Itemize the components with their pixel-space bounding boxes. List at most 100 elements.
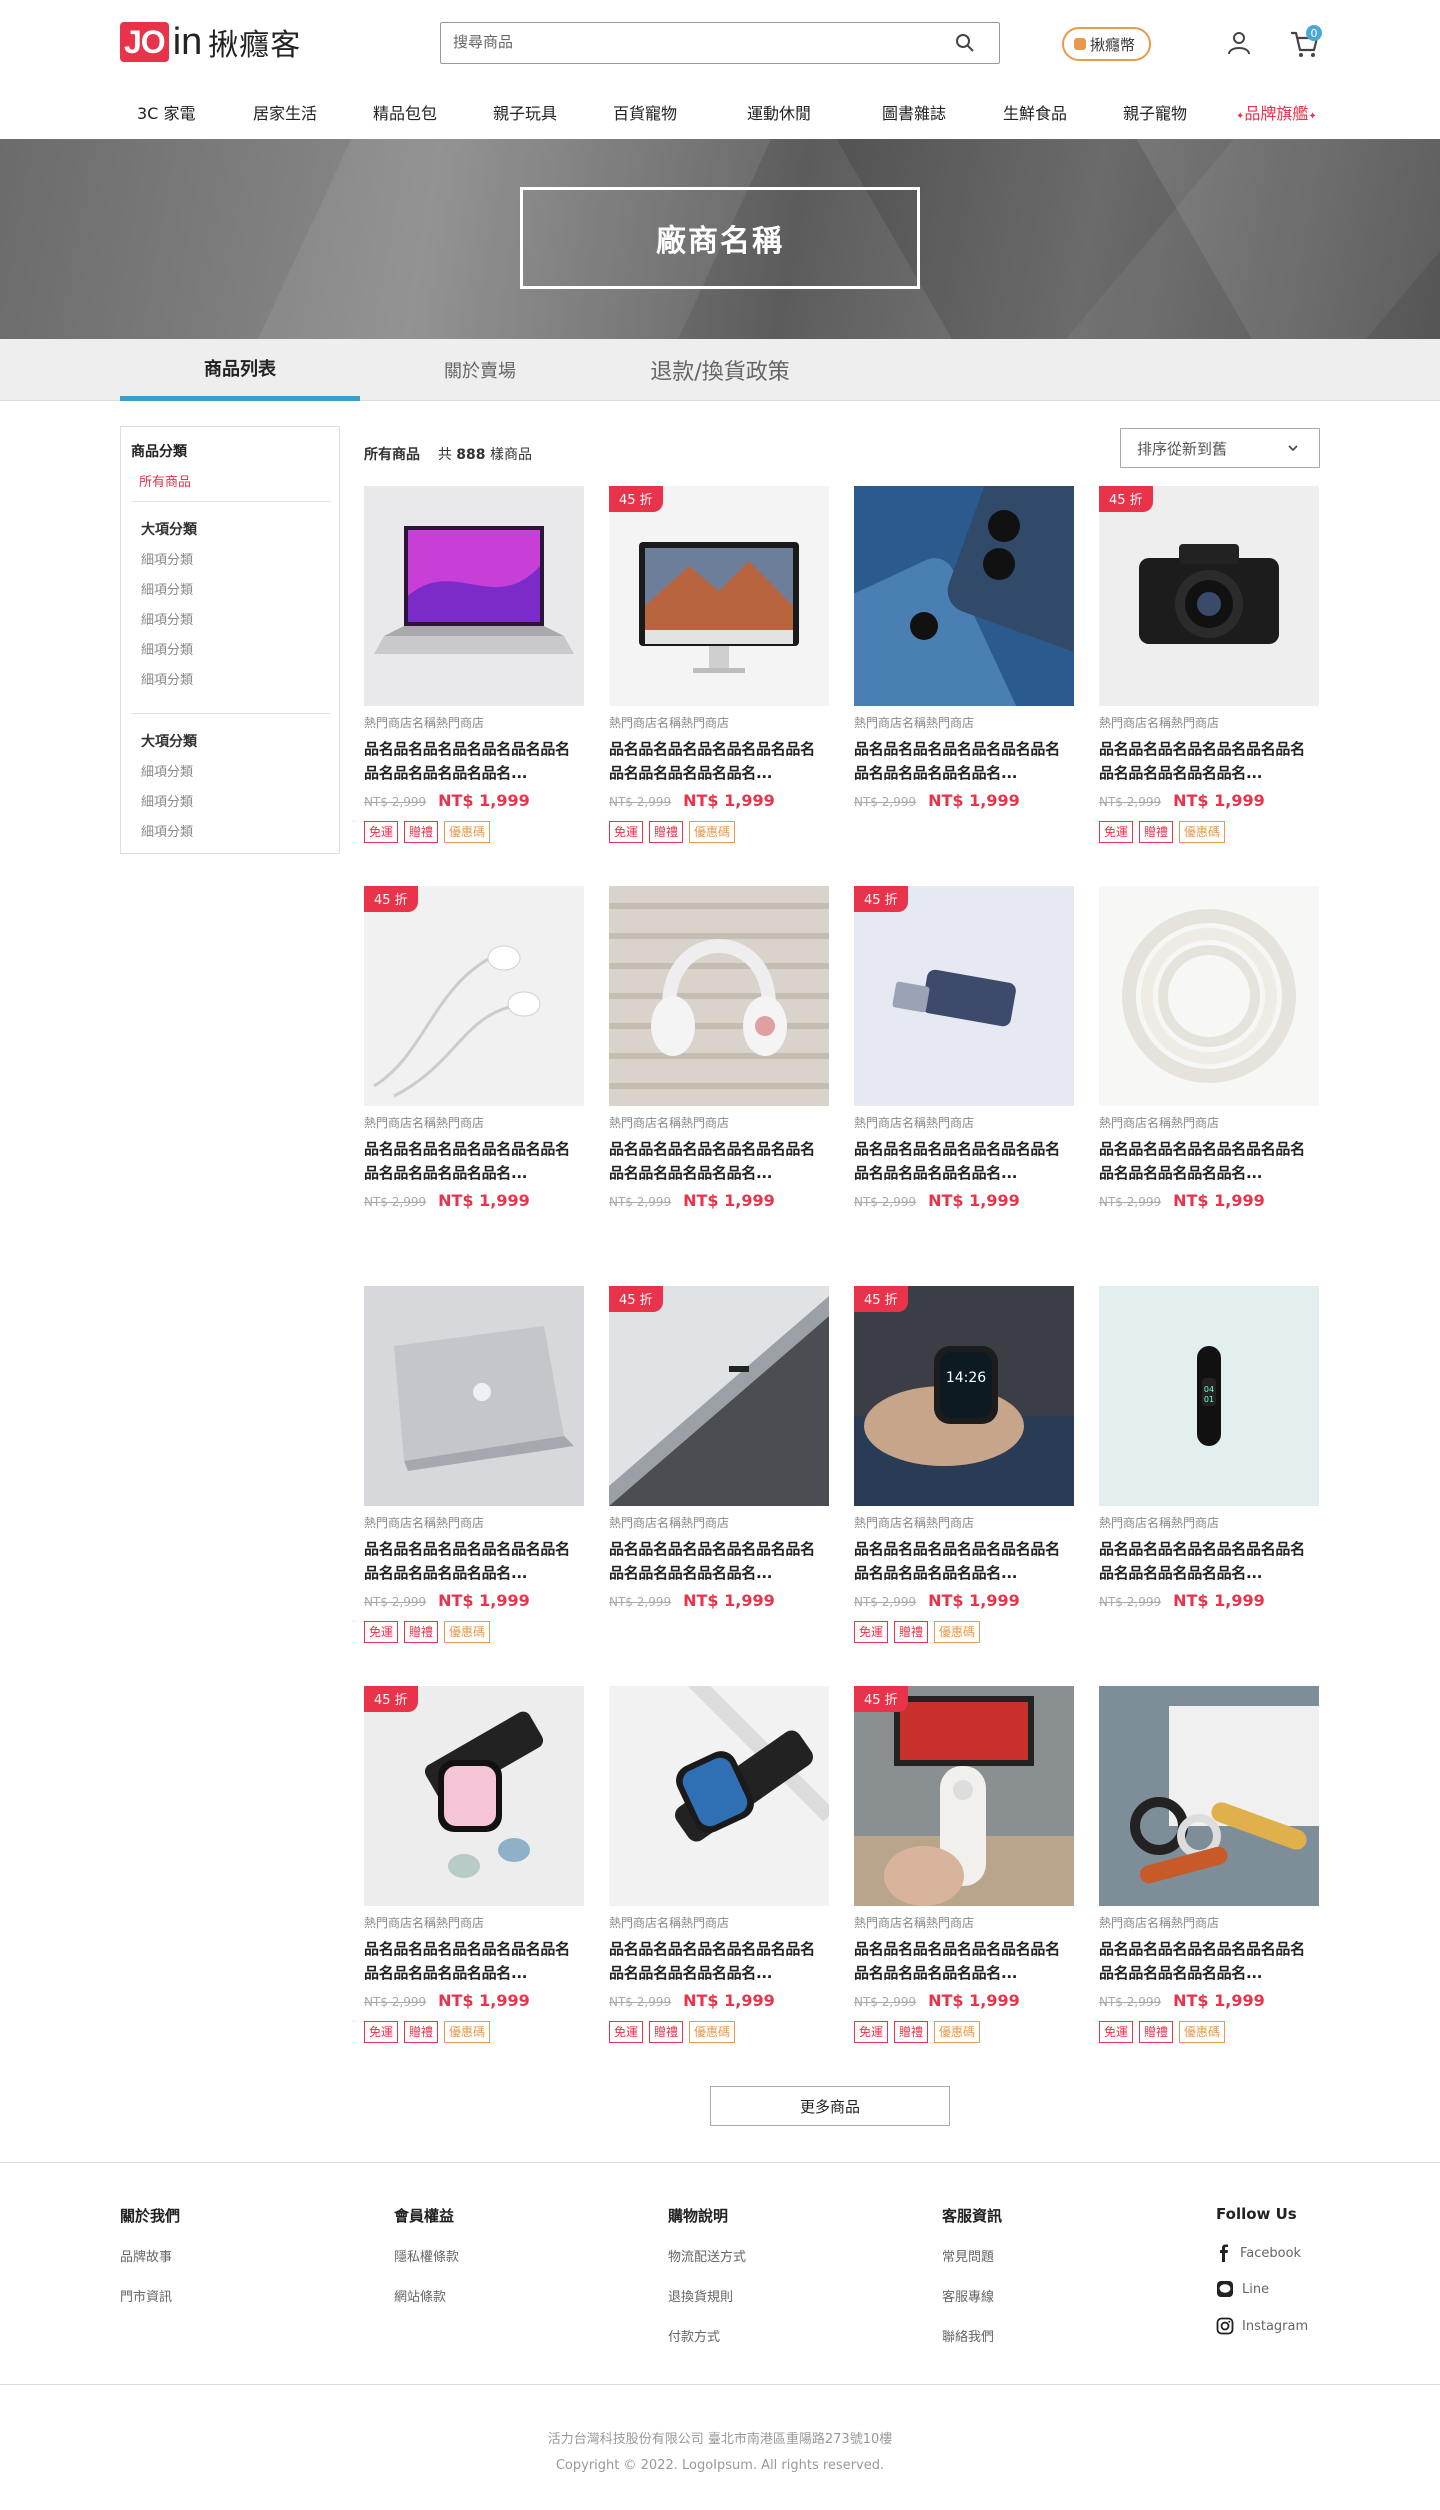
category-link[interactable]: 3C 家電: [137, 100, 195, 124]
product-image[interactable]: 45 折: [364, 886, 584, 1106]
footer-link[interactable]: 門市資訊: [120, 2286, 172, 2305]
shop-name[interactable]: 熱門商店名稱熱門商店: [364, 1514, 584, 1531]
category-link[interactable]: 運動休閒: [747, 100, 811, 124]
sidebar-subitem[interactable]: 細項分類: [141, 609, 193, 628]
product-card[interactable]: 45 折熱門商店名稱熱門商店品名品名品名品名品名品名品名品名品名品名品名品名..…: [609, 1286, 829, 1611]
product-image[interactable]: 45 折: [854, 886, 1074, 1106]
footer-link[interactable]: 付款方式: [668, 2326, 720, 2345]
category-link[interactable]: 生鮮食品: [1003, 100, 1067, 124]
product-image[interactable]: [609, 1686, 829, 1906]
shop-name[interactable]: 熱門商店名稱熱門商店: [364, 1114, 584, 1131]
product-image[interactable]: 45 折: [609, 486, 829, 706]
sidebar-group-title[interactable]: 大項分類: [141, 519, 197, 539]
product-name[interactable]: 品名品名品名品名品名品名品名品名品名品名品名品名...: [364, 1537, 584, 1585]
tab-product-list[interactable]: 商品列表: [120, 339, 360, 401]
user-icon[interactable]: [1226, 30, 1252, 56]
product-card[interactable]: 04 01 熱門商店名稱熱門商店品名品名品名品名品名品名品名品名品名品名品名品名..…: [1099, 1286, 1319, 1611]
shop-name[interactable]: 熱門商店名稱熱門商店: [1099, 714, 1319, 731]
product-name[interactable]: 品名品名品名品名品名品名品名品名品名品名品名品名...: [1099, 1137, 1319, 1185]
shop-name[interactable]: 熱門商店名稱熱門商店: [854, 714, 1074, 731]
tab-about-store[interactable]: 關於賣場: [360, 339, 600, 401]
product-name[interactable]: 品名品名品名品名品名品名品名品名品名品名品名品名...: [854, 1937, 1074, 1985]
category-link[interactable]: 百貨寵物: [613, 100, 677, 124]
shop-name[interactable]: 熱門商店名稱熱門商店: [854, 1914, 1074, 1931]
sidebar-subitem[interactable]: 細項分類: [141, 669, 193, 688]
footer-link[interactable]: 物流配送方式: [668, 2246, 746, 2265]
sidebar-subitem[interactable]: 細項分類: [141, 549, 193, 568]
footer-link[interactable]: 品牌故事: [120, 2246, 172, 2265]
product-card[interactable]: 熱門商店名稱熱門商店 品名品名品名品名品名品名品名品名品名品名品名品名... NT$…: [854, 486, 1074, 811]
product-name[interactable]: 品名品名品名品名品名品名品名品名品名品名品名品名...: [1099, 737, 1319, 785]
category-link[interactable]: 親子寵物: [1123, 100, 1187, 124]
shop-name[interactable]: 熱門商店名稱熱門商店: [609, 714, 829, 731]
product-card[interactable]: 熱門商店名稱熱門商店 品名品名品名品名品名品名品名品名品名品名品名品名... NT$…: [609, 886, 829, 1211]
product-name[interactable]: 品名品名品名品名品名品名品名品名品名品名品名品名...: [364, 737, 584, 785]
shop-name[interactable]: 熱門商店名稱熱門商店: [854, 1114, 1074, 1131]
product-image[interactable]: 45 折: [854, 1686, 1074, 1906]
product-name[interactable]: 品名品名品名品名品名品名品名品名品名品名品名品名...: [609, 1137, 829, 1185]
site-logo[interactable]: JO in 揪癮客: [120, 22, 301, 63]
product-name[interactable]: 品名品名品名品名品名品名品名品名品名品名品名品名...: [854, 737, 1074, 785]
category-link[interactable]: 親子玩具: [493, 100, 557, 124]
product-name[interactable]: 品名品名品名品名品名品名品名品名品名品名品名品名...: [854, 1137, 1074, 1185]
product-card[interactable]: 45 折熱門商店名稱熱門商店品名品名品名品名品名品名品名品名品名品名品名品名..…: [364, 886, 584, 1211]
sidebar-subitem[interactable]: 細項分類: [141, 579, 193, 598]
category-link[interactable]: 居家生活: [253, 100, 317, 124]
product-card[interactable]: 熱門商店名稱熱門商店 品名品名品名品名品名品名品名品名品名品名品名品名... NT$…: [1099, 1686, 1319, 2043]
product-name[interactable]: 品名品名品名品名品名品名品名品名品名品名品名品名...: [1099, 1537, 1319, 1585]
footer-link[interactable]: 退換貨規則: [668, 2286, 733, 2305]
shop-name[interactable]: 熱門商店名稱熱門商店: [609, 1514, 829, 1531]
product-name[interactable]: 品名品名品名品名品名品名品名品名品名品名品名品名...: [609, 737, 829, 785]
shop-name[interactable]: 熱門商店名稱熱門商店: [364, 1914, 584, 1931]
sort-select[interactable]: 排序從新到舊: [1120, 428, 1320, 468]
shop-name[interactable]: 熱門商店名稱熱門商店: [609, 1914, 829, 1931]
load-more-button[interactable]: 更多商品: [710, 2086, 950, 2126]
product-image[interactable]: [1099, 886, 1319, 1106]
footer-link[interactable]: 聯絡我們: [942, 2326, 994, 2345]
product-card[interactable]: 熱門商店名稱熱門商店 品名品名品名品名品名品名品名品名品名品名品名品名... NT$…: [609, 1686, 829, 2043]
product-image[interactable]: 45 折: [364, 1686, 584, 1906]
footer-link[interactable]: 隱私權條款: [394, 2246, 459, 2265]
shop-name[interactable]: 熱門商店名稱熱門商店: [854, 1514, 1074, 1531]
shop-name[interactable]: 熱門商店名稱熱門商店: [1099, 1914, 1319, 1931]
product-image[interactable]: 14:26 45 折: [854, 1286, 1074, 1506]
social-instagram[interactable]: Instagram: [1216, 2317, 1308, 2335]
shop-name[interactable]: 熱門商店名稱熱門商店: [609, 1114, 829, 1131]
product-card[interactable]: 45 折熱門商店名稱熱門商店品名品名品名品名品名品名品名品名品名品名品名品名..…: [1099, 486, 1319, 843]
sidebar-subitem[interactable]: 細項分類: [141, 761, 193, 780]
product-name[interactable]: 品名品名品名品名品名品名品名品名品名品名品名品名...: [364, 1937, 584, 1985]
product-card[interactable]: 14:26 45 折熱門商店名稱熱門商店品名品名品名品名品名品名品名品名品名品名品…: [854, 1286, 1074, 1643]
search-icon[interactable]: [955, 33, 975, 53]
sidebar-subitem[interactable]: 細項分類: [141, 791, 193, 810]
category-link-brand[interactable]: ✦品牌旗艦✦: [1236, 100, 1317, 124]
product-name[interactable]: 品名品名品名品名品名品名品名品名品名品名品名品名...: [609, 1937, 829, 1985]
product-name[interactable]: 品名品名品名品名品名品名品名品名品名品名品名品名...: [364, 1137, 584, 1185]
product-image[interactable]: 04 01: [1099, 1286, 1319, 1506]
sidebar-subitem[interactable]: 細項分類: [141, 639, 193, 658]
shop-name[interactable]: 熱門商店名稱熱門商店: [364, 714, 584, 731]
search-input[interactable]: [441, 23, 931, 61]
footer-link[interactable]: 常見問題: [942, 2246, 994, 2265]
sidebar-item-all[interactable]: 所有商品: [139, 471, 191, 490]
product-name[interactable]: 品名品名品名品名品名品名品名品名品名品名品名品名...: [609, 1537, 829, 1585]
product-card[interactable]: 45 折熱門商店名稱熱門商店品名品名品名品名品名品名品名品名品名品名品名品名..…: [364, 1686, 584, 2043]
footer-link[interactable]: 網站條款: [394, 2286, 446, 2305]
product-image[interactable]: [1099, 1686, 1319, 1906]
product-name[interactable]: 品名品名品名品名品名品名品名品名品名品名品名品名...: [1099, 1937, 1319, 1985]
shop-name[interactable]: 熱門商店名稱熱門商店: [1099, 1514, 1319, 1531]
sidebar-subitem[interactable]: 細項分類: [141, 821, 193, 840]
product-name[interactable]: 品名品名品名品名品名品名品名品名品名品名品名品名...: [854, 1537, 1074, 1585]
product-card[interactable]: 熱門商店名稱熱門商店 品名品名品名品名品名品名品名品名品名品名品名品名... NT$…: [364, 486, 584, 843]
footer-link[interactable]: 客服專線: [942, 2286, 994, 2305]
product-card[interactable]: 45 折熱門商店名稱熱門商店品名品名品名品名品名品名品名品名品名品名品名品名..…: [854, 886, 1074, 1211]
product-card[interactable]: 熱門商店名稱熱門商店 品名品名品名品名品名品名品名品名品名品名品名品名... NT$…: [364, 1286, 584, 1643]
sidebar-group-title[interactable]: 大項分類: [141, 731, 197, 751]
category-link[interactable]: 精品包包: [373, 100, 437, 124]
product-card[interactable]: 45 折熱門商店名稱熱門商店品名品名品名品名品名品名品名品名品名品名品名品名..…: [609, 486, 829, 843]
product-image[interactable]: [854, 486, 1074, 706]
category-link[interactable]: 圖書雜誌: [882, 100, 946, 124]
coin-balance-button[interactable]: 揪癮幣: [1062, 27, 1152, 61]
product-image[interactable]: 45 折: [609, 1286, 829, 1506]
product-image[interactable]: 45 折: [1099, 486, 1319, 706]
social-facebook[interactable]: Facebook: [1216, 2244, 1301, 2262]
